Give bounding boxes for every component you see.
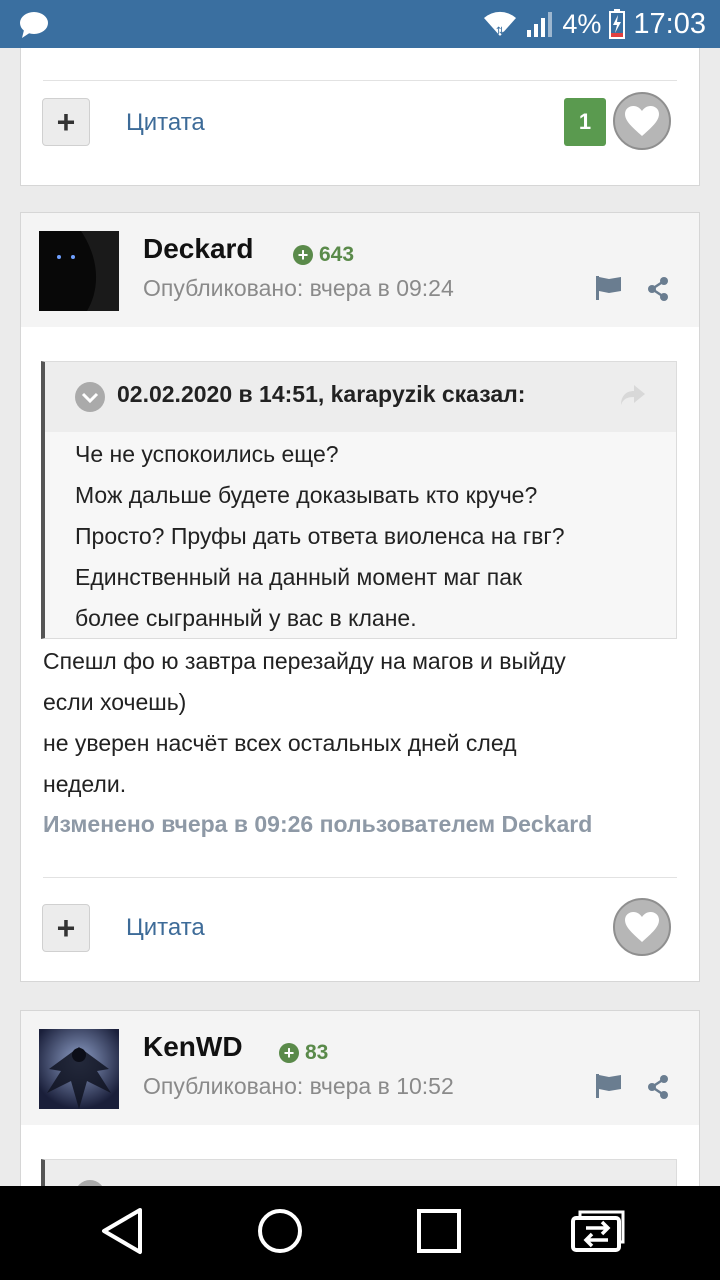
- post-card: + Цитата 1: [20, 48, 700, 186]
- flag-icon[interactable]: [595, 1073, 623, 1099]
- reputation-badge: + 643: [293, 243, 354, 267]
- back-icon[interactable]: [100, 1206, 144, 1256]
- post-date: Опубликовано: вчера в 10:52: [143, 1073, 454, 1099]
- home-icon[interactable]: [257, 1206, 303, 1256]
- post-card: KenWD + 83 Опубликовано: вчера в 10:52: [20, 1010, 700, 1186]
- avatar[interactable]: [39, 1029, 119, 1109]
- quote-citation: 02.02.2020 в 14:51, karapyzik сказал:: [117, 381, 526, 407]
- divider: [43, 80, 677, 81]
- post-line: Спешл фо ю завтра перезайду на магов и в…: [43, 648, 566, 674]
- heart-icon: [625, 106, 659, 136]
- quote-link[interactable]: Цитата: [126, 914, 205, 942]
- author-name[interactable]: Deckard: [143, 233, 254, 265]
- reputation-value: 83: [305, 1041, 329, 1064]
- quote-block: [41, 1159, 677, 1186]
- avatar-image: [39, 1029, 119, 1109]
- quote-header: [45, 1160, 676, 1186]
- like-button[interactable]: [613, 898, 671, 956]
- share-icon[interactable]: [647, 277, 669, 301]
- switch-app-icon[interactable]: [570, 1206, 626, 1256]
- plus-circle-icon: +: [279, 1043, 299, 1063]
- battery-percent: 4%: [562, 8, 602, 39]
- quote-header: 02.02.2020 в 14:51, karapyzik сказал:: [45, 362, 676, 432]
- post-header: KenWD + 83 Опубликовано: вчера в 10:52: [21, 1011, 699, 1125]
- quote-line: Мож дальше будете доказывать кто круче?: [75, 482, 538, 508]
- quote-block: 02.02.2020 в 14:51, karapyzik сказал: Че…: [41, 361, 677, 639]
- post-header: Deckard + 643 Опубликовано: вчера в 09:2…: [21, 213, 699, 327]
- divider: [43, 877, 677, 878]
- content-area: + Цитата 1 Deckard + 643 Опубликовано: в…: [0, 48, 720, 1186]
- post-body: Спешл фо ю завтра перезайду на магов и в…: [43, 641, 677, 805]
- chat-notification-icon: [20, 12, 48, 38]
- quote-line: Просто? Пруфы дать ответа виоленса на гв…: [75, 523, 565, 549]
- like-count-badge: 1: [564, 98, 606, 146]
- share-icon[interactable]: [647, 1075, 669, 1099]
- quote-line: Че не успокоились еще?: [75, 441, 339, 467]
- multiquote-button[interactable]: +: [42, 98, 90, 146]
- quote-link[interactable]: Цитата: [126, 109, 205, 137]
- post-line: не уверен насчёт всех остальных дней сле…: [43, 730, 517, 756]
- status-bar: ⇅ 4% 17:03: [0, 0, 720, 48]
- post-card: Deckard + 643 Опубликовано: вчера в 09:2…: [20, 212, 700, 982]
- quote-text: Че не успокоились еще? Мож дальше будете…: [75, 434, 666, 639]
- plus-circle-icon: +: [293, 245, 313, 265]
- reputation-badge: + 83: [279, 1041, 328, 1065]
- quote-line: Единственный на данный момент маг пак: [75, 564, 523, 590]
- recents-icon[interactable]: [416, 1206, 462, 1256]
- navigation-bar: [0, 1186, 720, 1280]
- svg-text:⇅: ⇅: [496, 26, 504, 37]
- like-button[interactable]: [613, 92, 671, 150]
- flag-icon[interactable]: [595, 275, 623, 301]
- heart-icon: [625, 912, 659, 942]
- reply-arrow-icon[interactable]: [620, 384, 646, 406]
- reputation-value: 643: [319, 243, 355, 266]
- multiquote-button[interactable]: +: [42, 904, 90, 952]
- post-line: недели.: [43, 771, 127, 797]
- quote-line: более сыгранный у вас в клане.: [75, 605, 417, 631]
- avatar-image: [39, 231, 119, 311]
- chevron-down-icon[interactable]: [75, 382, 105, 412]
- post-date: Опубликовано: вчера в 09:24: [143, 275, 454, 301]
- avatar[interactable]: [39, 231, 119, 311]
- author-name[interactable]: KenWD: [143, 1031, 243, 1063]
- wifi-icon: ⇅: [484, 11, 517, 37]
- signal-icon: [527, 12, 553, 37]
- clock: 17:03: [633, 7, 706, 40]
- edited-note: Изменено вчера в 09:26 пользователем Dec…: [43, 811, 593, 837]
- battery-charging-icon: [609, 9, 626, 39]
- post-line: если хочешь): [43, 689, 187, 715]
